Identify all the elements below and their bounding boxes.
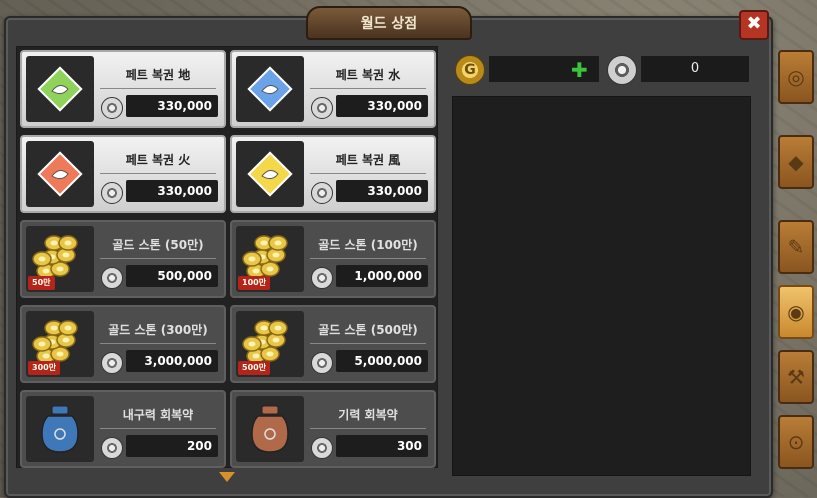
spiral-icon: ◎ (787, 65, 805, 89)
divider (310, 343, 426, 344)
stone-currency-icon (311, 267, 333, 289)
side-tab[interactable]: ◆ (778, 135, 814, 189)
gold-coin-icon: G (455, 55, 485, 85)
item-price: 330,000 (126, 95, 218, 117)
item-name: 골드 스톤 (500만) (318, 323, 418, 337)
shop-item[interactable]: 50만 골드 스톤 (50만) 500,000 (20, 220, 226, 298)
amount-banner: 500만 (238, 361, 271, 375)
divider (100, 88, 216, 89)
item-thumbnail-icon (26, 56, 94, 122)
item-name: 골드 스톤 (100만) (318, 238, 418, 252)
side-tab[interactable]: ⚒ (778, 350, 814, 404)
item-price: 5,000,000 (336, 350, 428, 372)
item-thumbnail-icon: 100만 (236, 226, 304, 292)
item-name: 골드 스톤 (300만) (108, 323, 208, 337)
item-name: 페트 복권 地 (125, 68, 191, 82)
stone-currency-icon (311, 97, 333, 119)
divider (100, 173, 216, 174)
stone-currency-icon (101, 437, 123, 459)
scroll-icon: ✎ (787, 235, 805, 259)
item-thumbnail-icon: 500만 (236, 311, 304, 377)
item-thumbnail-icon (236, 396, 304, 462)
item-thumbnail-icon (26, 141, 94, 207)
divider (100, 428, 216, 429)
divider (100, 343, 216, 344)
window-title: 월드 상점 (306, 6, 472, 40)
side-tab[interactable]: ◎ (778, 50, 814, 104)
side-tab[interactable]: ✎ (778, 220, 814, 274)
side-tab[interactable]: ◉ (778, 285, 814, 339)
item-price: 500,000 (126, 265, 218, 287)
gem-icon: ◆ (788, 150, 804, 174)
item-price: 1,000,000 (336, 265, 428, 287)
divider (310, 88, 426, 89)
shop-item[interactable]: 300만 골드 스톤 (300만) 3,000,000 (20, 305, 226, 383)
item-price: 330,000 (126, 180, 218, 202)
item-price: 330,000 (336, 180, 428, 202)
divider (310, 428, 426, 429)
shop-item[interactable]: 페트 복권 火 330,000 (20, 135, 226, 213)
hammer-icon: ⚒ (787, 365, 805, 389)
item-name: 페트 복권 火 (125, 153, 191, 167)
item-name: 기력 회복약 (338, 408, 398, 422)
stone-amount-field: 0 (641, 56, 749, 82)
shop-item[interactable]: 페트 복권 風 330,000 (230, 135, 436, 213)
stone-currency-icon (101, 182, 123, 204)
item-price: 300 (336, 435, 428, 457)
item-thumbnail-icon: 50만 (26, 226, 94, 292)
stone-currency-icon (101, 97, 123, 119)
shop-item[interactable]: 내구력 회복약 200 (20, 390, 226, 468)
item-name: 내구력 회복약 (122, 408, 194, 422)
stone-currency-icon (311, 182, 333, 204)
scroll-down-arrow-icon[interactable] (219, 472, 235, 482)
shop-item[interactable]: 페트 복권 水 330,000 (230, 50, 436, 128)
divider (310, 258, 426, 259)
shop-item[interactable]: 500만 골드 스톤 (500만) 5,000,000 (230, 305, 436, 383)
stone-currency-icon (101, 352, 123, 374)
item-detail-panel (452, 96, 751, 476)
item-name: 페트 복권 風 (335, 153, 401, 167)
shop-item[interactable]: 100만 골드 스톤 (100만) 1,000,000 (230, 220, 436, 298)
item-price: 330,000 (336, 95, 428, 117)
item-price: 200 (126, 435, 218, 457)
item-name: 페트 복권 水 (335, 68, 401, 82)
compass-icon: ⊙ (787, 430, 805, 454)
stone-currency-icon (311, 437, 333, 459)
item-thumbnail-icon (236, 141, 304, 207)
item-price: 3,000,000 (126, 350, 218, 372)
amount-banner: 100만 (238, 276, 271, 290)
item-thumbnail-icon (236, 56, 304, 122)
shop-item[interactable]: 기력 회복약 300 (230, 390, 436, 468)
divider (310, 173, 426, 174)
shop-item[interactable]: 페트 복권 地 330,000 (20, 50, 226, 128)
item-thumbnail-icon: 300만 (26, 311, 94, 377)
divider (100, 258, 216, 259)
stone-icon: ◉ (787, 300, 805, 324)
amount-banner: 50만 (28, 276, 55, 290)
add-gold-button[interactable]: ✚ (571, 58, 588, 82)
stone-currency-icon (311, 352, 333, 374)
item-name: 골드 스톤 (50만) (112, 238, 204, 252)
side-tab[interactable]: ⊙ (778, 415, 814, 469)
stone-coin-icon (607, 55, 637, 85)
close-button[interactable]: ✖ (739, 10, 769, 40)
stone-currency-icon (101, 267, 123, 289)
item-thumbnail-icon (26, 396, 94, 462)
amount-banner: 300만 (28, 361, 61, 375)
